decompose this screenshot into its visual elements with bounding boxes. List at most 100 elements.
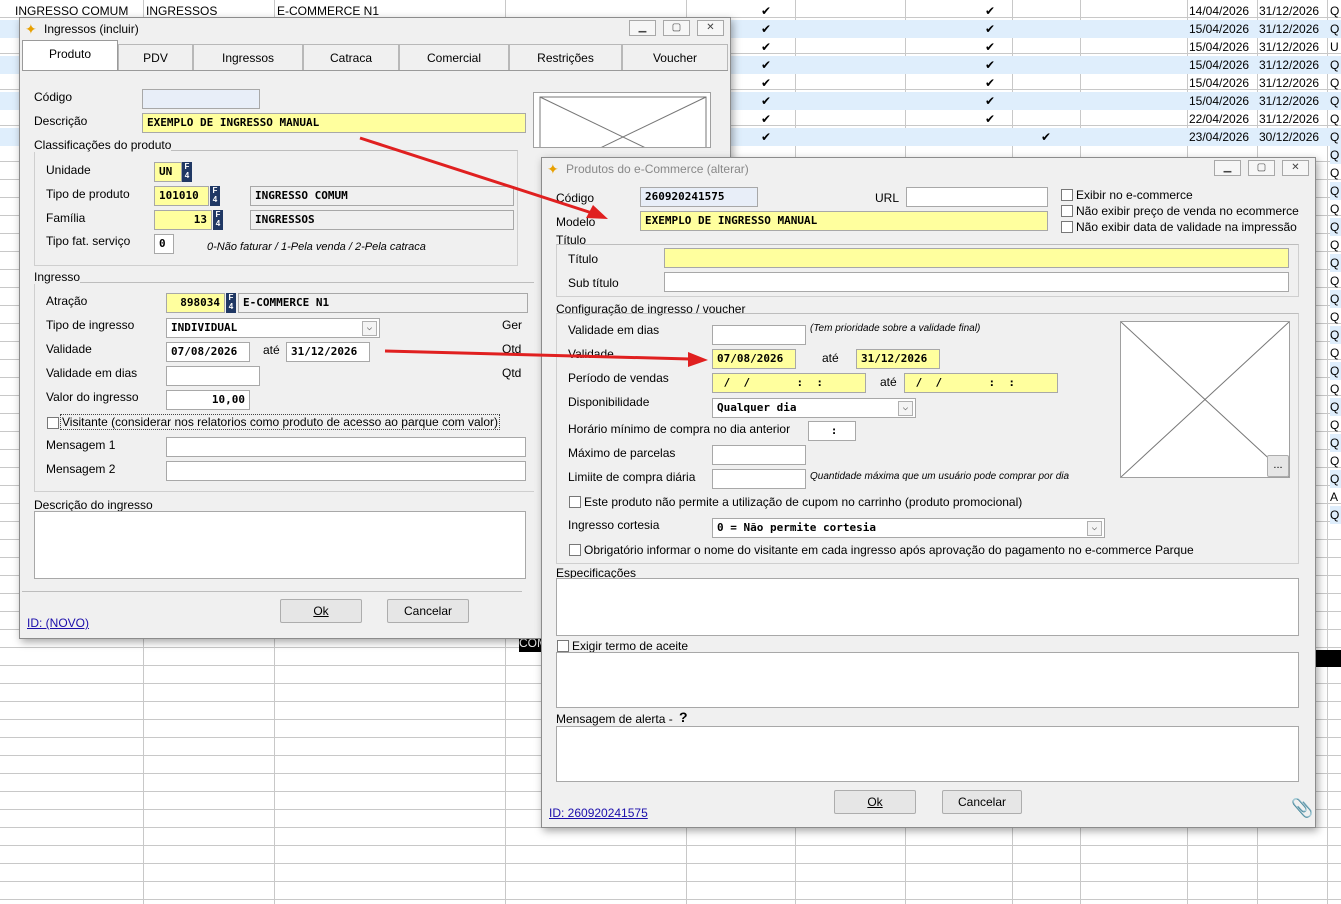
minimize-button[interactable]: ▁: [629, 20, 656, 36]
paperclip-icon[interactable]: 📎: [1291, 798, 1313, 819]
nao-exibir-data-checkbox[interactable]: [1061, 221, 1073, 233]
atracao-desc-field: E-COMMERCE N1: [238, 293, 528, 313]
unidade-field[interactable]: UN: [154, 162, 182, 182]
product-image-placeholder[interactable]: [533, 92, 711, 148]
tab-label: Catraca: [329, 51, 373, 65]
chevron-down-icon[interactable]: ⌵: [898, 401, 913, 416]
ok-button[interactable]: Ok: [280, 599, 362, 623]
table-cell: Q: [1330, 76, 1340, 90]
nao-exibir-preco-checkbox[interactable]: [1061, 205, 1073, 217]
tab-restricoes[interactable]: Restrições: [509, 44, 622, 70]
periodo-ini-field[interactable]: / / : :: [712, 373, 866, 393]
chevron-down-icon[interactable]: ⌵: [1087, 521, 1102, 536]
alerta-textarea[interactable]: [556, 726, 1299, 782]
codigo-field[interactable]: [142, 89, 260, 109]
ec-validade-dias-field[interactable]: [712, 325, 806, 345]
cortesia-label: Ingresso cortesia: [568, 518, 660, 532]
disponibilidade-label: Disponibilidade: [568, 395, 650, 409]
chevron-down-icon[interactable]: ⌵: [362, 321, 377, 336]
cortesia-select[interactable]: 0 = Não permite cortesia ⌵: [712, 518, 1105, 538]
cancel-button[interactable]: Cancelar: [387, 599, 469, 623]
tab-ingressos[interactable]: Ingressos: [193, 44, 303, 70]
atracao-lookup-button[interactable]: F4: [226, 293, 236, 313]
exibir-ecommerce-checkbox[interactable]: [1061, 189, 1073, 201]
periodo-fim-field[interactable]: / / : :: [904, 373, 1058, 393]
ec-ate-label: até: [822, 351, 839, 365]
tab-comercial[interactable]: Comercial: [399, 44, 509, 70]
ingressos-titlebar[interactable]: ✦ Ingressos (incluir) ▁ ▢ ✕: [20, 18, 730, 40]
ok-button-label: Ok: [313, 604, 329, 618]
descricao-field[interactable]: EXEMPLO DE INGRESSO MANUAL: [142, 113, 526, 133]
mensagem1-field[interactable]: [166, 437, 526, 457]
table-cell: Q: [1330, 94, 1340, 108]
ec-validade-dias-label: Validade em dias: [568, 323, 660, 337]
tab-catraca[interactable]: Catraca: [303, 44, 399, 70]
valor-field[interactable]: 10,00: [166, 390, 250, 410]
descricao-ingresso-textarea[interactable]: [34, 511, 526, 579]
tab-label: Restrições: [537, 51, 594, 65]
maximize-button[interactable]: ▢: [663, 20, 690, 36]
cortesia-value: 0 = Não permite cortesia: [717, 521, 876, 534]
validade-ini-field[interactable]: 07/08/2026: [166, 342, 250, 362]
ec-image-placeholder[interactable]: [1120, 321, 1290, 478]
tipo-ingresso-value: INDIVIDUAL: [171, 321, 238, 334]
close-button[interactable]: ✕: [697, 20, 724, 36]
cupom-checkbox[interactable]: [569, 496, 581, 508]
termo-textarea[interactable]: [556, 652, 1299, 708]
modelo-field[interactable]: EXEMPLO DE INGRESSO MANUAL: [640, 211, 1048, 231]
table-cell: 22/04/2026: [1189, 112, 1250, 126]
tipo-produto-lookup-button[interactable]: F4: [210, 186, 220, 206]
table-cell: Q: [1330, 202, 1340, 216]
image-placeholder-icon: [539, 96, 707, 147]
validade-dias-label: Validade em dias: [46, 366, 138, 380]
table-cell: ✔: [985, 76, 996, 90]
termo-checkbox[interactable]: [557, 640, 569, 652]
unidade-lookup-button[interactable]: F4: [182, 162, 192, 182]
especificacoes-textarea[interactable]: [556, 578, 1299, 636]
familia-code-field[interactable]: 13: [154, 210, 212, 230]
parcelas-field[interactable]: [712, 445, 806, 465]
ec-codigo-field[interactable]: 260920241575: [640, 187, 758, 207]
id-link[interactable]: ID: (NOVO): [27, 616, 89, 630]
ecommerce-titlebar[interactable]: ✦ Produtos do e-Commerce (alterar) ▁ ▢ ✕: [542, 158, 1315, 180]
validade-dias-field[interactable]: [166, 366, 260, 386]
mensagem2-field[interactable]: [166, 461, 526, 481]
help-icon[interactable]: ?: [679, 709, 688, 725]
url-field[interactable]: [906, 187, 1048, 207]
periodo-ate-label: até: [880, 375, 897, 389]
maximize-button[interactable]: ▢: [1248, 160, 1275, 176]
tipo-produto-code-field[interactable]: 101010: [154, 186, 209, 206]
familia-lookup-button[interactable]: F4: [213, 210, 223, 230]
cancel-button-label: Cancelar: [957, 795, 1007, 809]
ec-validade-fim-field[interactable]: 31/12/2026: [856, 349, 940, 369]
close-button[interactable]: ✕: [1282, 160, 1309, 176]
tipo-ingresso-select[interactable]: INDIVIDUAL ⌵: [166, 318, 380, 338]
ec-validade-ini-field[interactable]: 07/08/2026: [712, 349, 796, 369]
ec-cancel-button[interactable]: Cancelar: [942, 790, 1022, 814]
limite-field[interactable]: [712, 469, 806, 489]
selected-row-fragment: [1316, 650, 1341, 667]
image-placeholder-icon: [1120, 321, 1290, 478]
disponibilidade-select[interactable]: Qualquer dia ⌵: [712, 398, 916, 418]
obrigatorio-checkbox[interactable]: [569, 544, 581, 556]
tipo-fat-field[interactable]: 0: [154, 234, 174, 254]
atracao-code-field[interactable]: 898034: [166, 293, 225, 313]
codigo-label: Código: [34, 90, 73, 104]
ec-id-link[interactable]: ID: 260920241575: [549, 806, 648, 820]
table-cell: ✔: [761, 76, 772, 90]
subtitulo-label: Sub título: [568, 276, 619, 290]
tab-produto[interactable]: Produto: [22, 40, 118, 70]
subtitulo-field[interactable]: [664, 272, 1289, 292]
validade-fim-field[interactable]: 31/12/2026: [286, 342, 370, 362]
ec-codigo-label: Código: [556, 191, 595, 205]
horario-field[interactable]: :: [808, 421, 856, 441]
tab-pdv[interactable]: PDV: [118, 44, 193, 70]
minimize-button[interactable]: ▁: [1214, 160, 1241, 176]
visitante-checkbox[interactable]: [47, 417, 59, 429]
tab-voucher[interactable]: Voucher: [622, 44, 728, 70]
titulo-field[interactable]: [664, 248, 1289, 268]
table-cell: ✔: [985, 40, 996, 54]
image-browse-button[interactable]: ...: [1267, 455, 1289, 477]
cancel-button-label: Cancelar: [403, 604, 453, 618]
ec-ok-button[interactable]: Ok: [834, 790, 916, 814]
